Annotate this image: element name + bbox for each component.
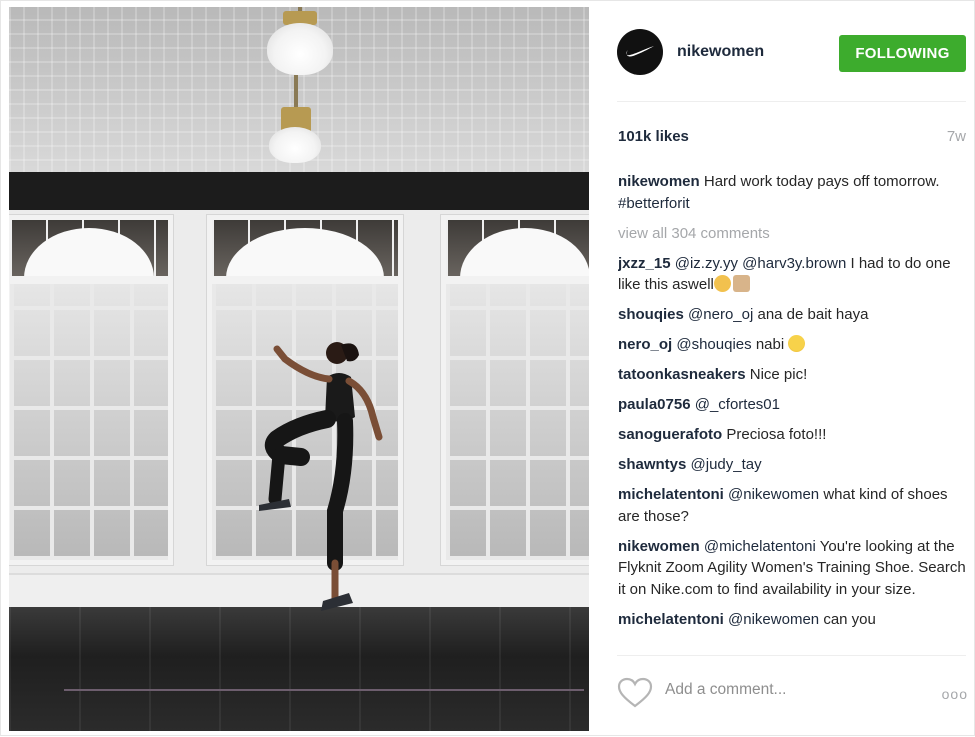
comment-username[interactable]: tatoonkasneakers bbox=[618, 366, 746, 383]
comment-username[interactable]: nikewomen bbox=[618, 538, 700, 555]
comment-item: shouqies @nero_oj ana de bait haya bbox=[618, 304, 968, 326]
comment-item: paula0756 @_cfortes01 bbox=[618, 394, 968, 416]
comment-text: ana de bait haya bbox=[757, 306, 869, 323]
comment-username[interactable]: nero_oj bbox=[618, 336, 672, 353]
comment-mention[interactable]: @nikewomen bbox=[728, 486, 819, 503]
comment-item: shawntys @judy_tay bbox=[618, 454, 968, 476]
skin-tone-emoji-icon bbox=[732, 275, 750, 292]
lamp-globe bbox=[267, 23, 333, 75]
post-photo[interactable] bbox=[9, 7, 589, 731]
caption-hashtag[interactable]: #betterforit bbox=[618, 195, 690, 212]
heart-icon[interactable] bbox=[617, 677, 653, 709]
comment-username[interactable]: michelatentoni bbox=[618, 611, 724, 628]
following-button[interactable]: FOLLOWING bbox=[839, 35, 966, 72]
comment-text: Nice pic! bbox=[749, 366, 808, 383]
more-options-icon[interactable]: ooo bbox=[942, 686, 968, 702]
swoosh-glyph bbox=[626, 46, 654, 57]
comment-username[interactable]: jxzz_15 bbox=[618, 255, 671, 272]
comment-mention[interactable]: @nero_oj bbox=[688, 306, 753, 323]
comment-item: tatoonkasneakers Nice pic! bbox=[618, 364, 968, 386]
photo-beam bbox=[9, 172, 589, 210]
comment-mention[interactable]: @iz.zy.yy @harv3y.brown bbox=[675, 255, 847, 272]
comment-item: jxzz_15 @iz.zy.yy @harv3y.brown I had to… bbox=[618, 253, 968, 296]
caption-text: Hard work today pays off tomorrow. bbox=[703, 173, 940, 190]
comment-username[interactable]: michelatentoni bbox=[618, 486, 724, 503]
laughing-emoji-icon bbox=[788, 335, 806, 352]
comment-username[interactable]: sanoguerafoto bbox=[618, 426, 722, 443]
post-sidebar: nikewomen FOLLOWING 101k likes 7w nikewo… bbox=[589, 1, 975, 737]
photo-window bbox=[9, 215, 173, 565]
comment-item: michelatentoni @nikewomen what kind of s… bbox=[618, 484, 968, 527]
comment-username[interactable]: shawntys bbox=[618, 456, 686, 473]
like-count[interactable]: 101k likes bbox=[618, 128, 689, 145]
comment-username[interactable]: paula0756 bbox=[618, 396, 691, 413]
header-divider bbox=[617, 101, 966, 102]
post-modal: nikewomen FOLLOWING 101k likes 7w nikewo… bbox=[0, 0, 975, 736]
comment-text: nabi bbox=[755, 336, 785, 353]
comment-text: Preciosa foto!!! bbox=[726, 426, 827, 443]
comment-item: nero_oj @shouqies nabi bbox=[618, 334, 968, 356]
header-username[interactable]: nikewomen bbox=[677, 43, 764, 61]
athlete-silhouette bbox=[259, 342, 383, 611]
floor-line bbox=[64, 689, 584, 691]
add-comment-input[interactable]: Add a comment... bbox=[665, 681, 786, 699]
clap-emoji-icon bbox=[713, 275, 731, 292]
footer-divider bbox=[617, 655, 966, 656]
comment-mention[interactable]: @nikewomen bbox=[728, 611, 819, 628]
comment-item: michelatentoni @nikewomen can you bbox=[618, 609, 968, 631]
comment-username[interactable]: shouqies bbox=[618, 306, 684, 323]
comment-item: sanoguerafoto Preciosa foto!!! bbox=[618, 424, 968, 446]
lamp-globe bbox=[269, 127, 321, 163]
comment-mention[interactable]: @shouqies bbox=[676, 336, 751, 353]
comment-mention[interactable]: @_cfortes01 bbox=[695, 396, 780, 413]
caption-username[interactable]: nikewomen bbox=[618, 173, 700, 190]
post-age[interactable]: 7w bbox=[947, 128, 966, 145]
caption: nikewomen Hard work today pays off tomor… bbox=[618, 171, 968, 214]
nike-swoosh-icon[interactable] bbox=[617, 29, 663, 75]
comment-mention[interactable]: @judy_tay bbox=[691, 456, 762, 473]
lamp-rod bbox=[294, 75, 298, 111]
photo-window bbox=[441, 215, 589, 565]
comment-text: can you bbox=[823, 610, 876, 628]
comment-item: nikewomen @michelatentoni You're looking… bbox=[618, 536, 968, 601]
comment-list[interactable]: nikewomen Hard work today pays off tomor… bbox=[618, 171, 968, 649]
view-all-comments-link[interactable]: view all 304 comments bbox=[618, 223, 968, 245]
comment-mention[interactable]: @michelatentoni bbox=[704, 538, 816, 555]
